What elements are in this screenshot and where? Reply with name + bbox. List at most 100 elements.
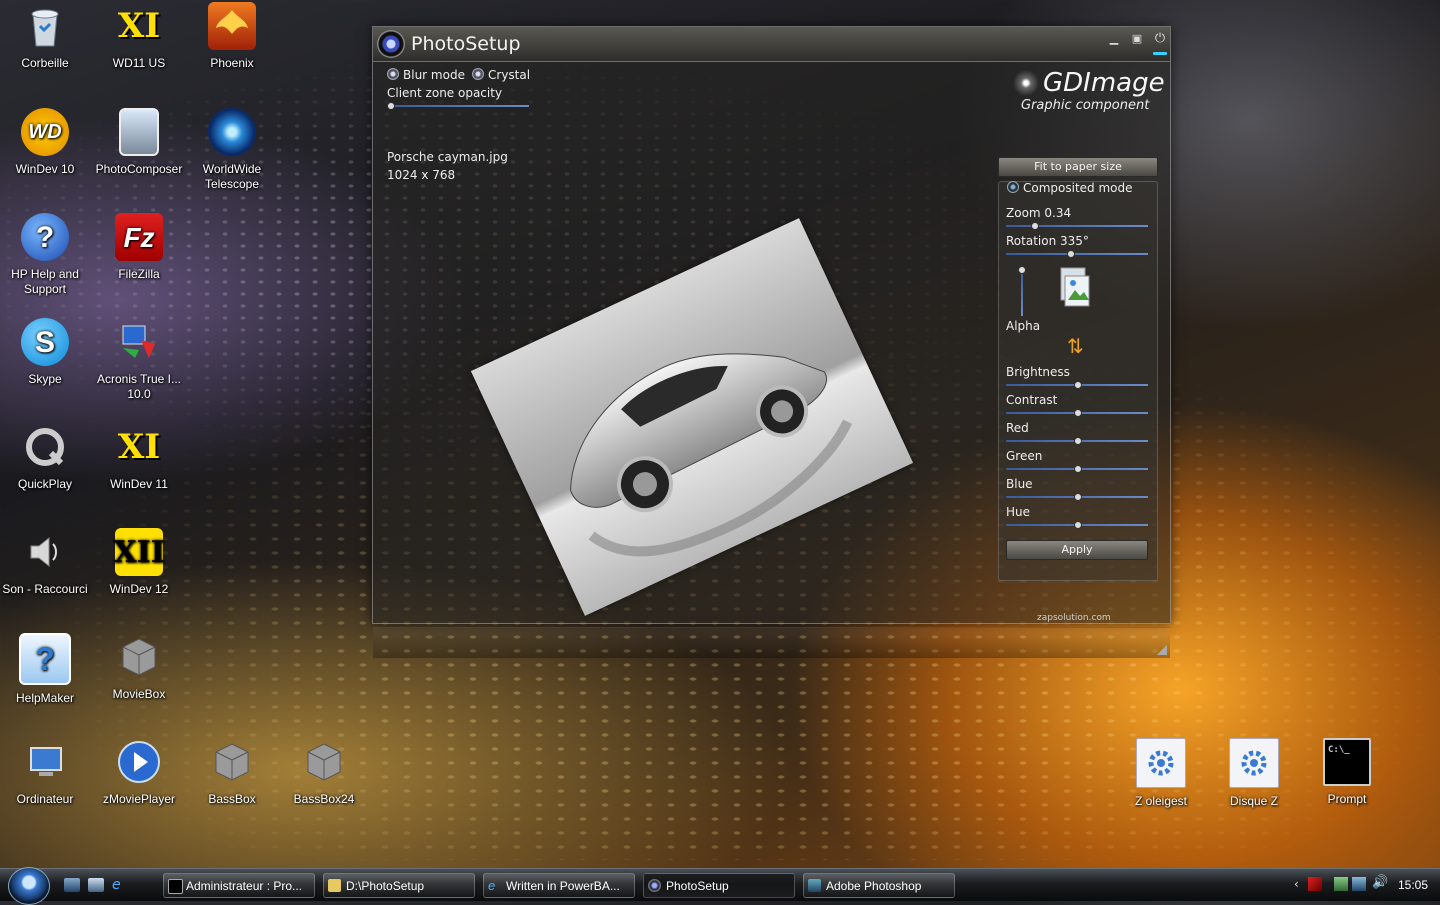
window-titlebar[interactable]: PhotoSetup ▁ ▣ ⏻ [373,27,1170,62]
apply-button[interactable]: Apply [1006,540,1148,560]
help-icon: ? [21,213,69,261]
desktop-icon-helpmaker[interactable]: ? HelpMaker [0,633,92,706]
slider-thumb-brightness[interactable] [1074,381,1082,389]
slider-thumb-blue[interactable] [1074,493,1082,501]
minimize-icon[interactable]: ▁ [1105,31,1123,47]
slider-label-hue: Hue [1006,505,1031,519]
chevron-left-icon[interactable]: ‹ [1294,877,1299,891]
image-file-icon[interactable] [1059,266,1095,314]
car-image [570,353,853,557]
recycle-bin-icon [21,2,69,50]
desktop-icon-wd11us[interactable]: XI WD11 US [92,2,186,71]
moviebox-icon [115,633,163,681]
terminal-icon: C:\_ [1323,738,1371,786]
desktop-icon-moviebox[interactable]: MovieBox [92,633,186,702]
rotation-label: Rotation 335° [1006,234,1089,248]
opacity-slider-thumb[interactable] [386,102,395,110]
start-button[interactable] [8,867,50,905]
refresh-icon[interactable]: ⇅ [1067,334,1084,358]
taskbar-button-photosetup[interactable]: PhotoSetup [643,873,795,898]
radio-icon [387,68,399,80]
file-name: Porsche cayman.jpg [387,150,508,164]
helpmaker-icon: ? [19,633,71,685]
radio-icon [1007,181,1019,193]
display-icon[interactable] [1352,877,1366,891]
window-content: Blur mode Crystal Client zone opacity Po… [373,62,1170,658]
zoom-label: Zoom 0.34 [1006,206,1072,220]
windev10-icon: WD [21,108,69,156]
brand-title: GDImage [1043,68,1165,98]
rotation-slider[interactable] [1006,253,1148,255]
windev11-icon: XI [117,426,161,467]
desktop-icon-windev12[interactable]: XII WinDev 12 [92,528,186,597]
skype-icon: S [21,318,69,366]
acronis-icon [115,318,163,366]
alpha-slider-thumb[interactable] [1018,266,1026,274]
desktop-icon-windev11[interactable]: XI WinDev 11 [92,423,186,492]
desktop-icon-disque-z[interactable]: Disque Z [1207,738,1301,809]
desktop-icon-photocomposer[interactable]: PhotoComposer [92,108,186,177]
desktop-icon-acronis[interactable]: Acronis True I... 10.0 [92,318,186,402]
desktop-icon-worldwide-telescope[interactable]: WorldWide Telescope [185,108,279,192]
windev12-icon: XII [113,528,165,576]
footer-link[interactable]: zapsolution.com [1037,613,1111,623]
slider-thumb-hue[interactable] [1074,521,1082,529]
desktop-icon-skype[interactable]: S Skype [0,318,92,387]
telescope-icon [208,108,256,156]
desktop-icon-quickplay[interactable]: QuickPlay [0,423,92,492]
power-icon[interactable]: ⏻ [1151,31,1169,47]
slider-thumb-red[interactable] [1074,437,1082,445]
show-desktop-icon[interactable] [64,878,80,892]
resize-grip-icon[interactable] [1157,645,1167,655]
rotation-slider-thumb[interactable] [1066,250,1075,258]
desktop-icon-bassbox[interactable]: BassBox [185,738,279,807]
slider-label-red: Red [1006,421,1029,435]
slider-thumb-contrast[interactable] [1074,409,1082,417]
desktop-icon-zmovieplayer[interactable]: zMoviePlayer [92,738,186,807]
photoshop-icon [808,879,821,892]
sparkle-icon [1013,70,1039,96]
desktop-icon-hp-help[interactable]: ? HP Help and Support [0,213,92,297]
composited-mode-radio[interactable]: Composited mode [1007,181,1133,195]
fit-to-paper-button[interactable]: Fit to paper size [998,157,1158,177]
desktop-icon-filezilla[interactable]: Fz FileZilla [92,213,186,282]
crystal-radio[interactable]: Crystal [472,68,530,82]
play-icon [115,738,163,786]
cmd-icon [168,879,183,894]
taskbar-button-photoshop[interactable]: Adobe Photoshop [803,873,955,898]
desktop-icon-phoenix[interactable]: Phoenix [185,2,279,71]
alpha-slider[interactable] [1021,270,1023,316]
zoom-slider[interactable] [1006,225,1148,227]
antivirus-icon[interactable] [1308,877,1322,891]
taskbar-button-browser[interactable]: e Written in PowerBA... [483,873,635,898]
clock[interactable]: 15:05 [1398,878,1428,892]
switch-windows-icon[interactable] [88,878,104,892]
desktop-icon-bassbox24[interactable]: BassBox24 [277,738,371,807]
desktop-icon-ordinateur[interactable]: Ordinateur [0,738,92,807]
slider-label-contrast: Contrast [1006,393,1058,407]
maximize-icon[interactable]: ▣ [1128,31,1146,47]
taskbar-button-admin-prompt[interactable]: Administrateur : Pro... [163,873,315,898]
quickplay-icon [21,423,69,471]
network-icon[interactable] [1334,877,1348,891]
desktop-icon-son[interactable]: Son - Raccourci [0,528,92,597]
desktop-icon-corbeille[interactable]: Corbeille [0,2,92,71]
radio-icon [472,68,484,80]
desktop-icon-prompt[interactable]: C:\_ Prompt [1300,738,1394,807]
slider-label-blue: Blue [1006,477,1033,491]
slider-thumb-green[interactable] [1074,465,1082,473]
photo-canvas[interactable] [470,218,914,616]
wd11-icon: XI [117,5,161,46]
desktop-icon-windev10[interactable]: WD WinDev 10 [0,108,92,177]
blur-mode-radio[interactable]: Blur mode [387,68,465,82]
file-dimensions: 1024 x 768 [387,168,456,182]
photosetup-icon [648,879,661,892]
photosetup-window: PhotoSetup ▁ ▣ ⏻ Blur mode Crystal Clien… [372,26,1171,658]
desktop-icon-z-oleigest[interactable]: Z oleigest [1114,738,1208,809]
taskbar-button-folder[interactable]: D:\PhotoSetup [323,873,475,898]
window-title: PhotoSetup [411,33,521,55]
ie-icon[interactable]: e [112,878,128,892]
volume-icon[interactable]: 🔊 [1372,875,1388,890]
opacity-slider[interactable] [387,105,529,107]
phoenix-icon [208,2,256,50]
